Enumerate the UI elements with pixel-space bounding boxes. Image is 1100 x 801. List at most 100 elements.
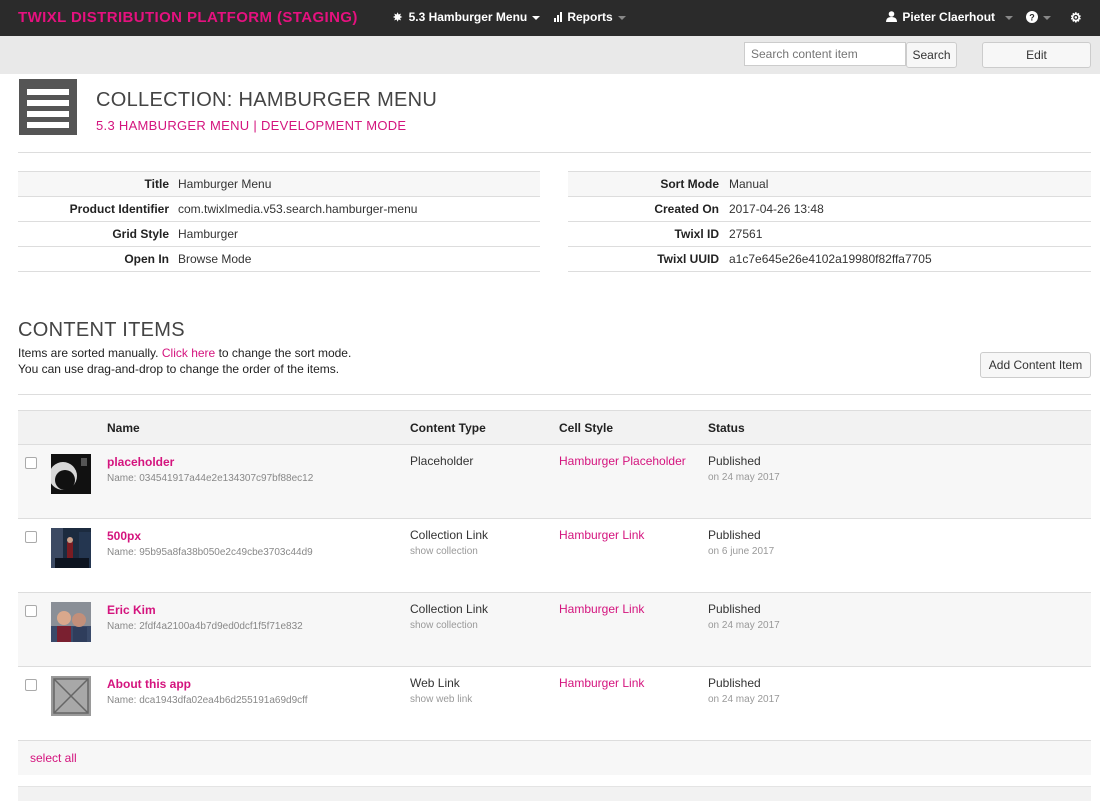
content-items-table: Name Content Type Cell Style Status plac…	[18, 410, 1091, 775]
drag-info: You can use drag-and-drop to change the …	[18, 362, 340, 376]
column-header-status[interactable]: Status	[708, 421, 745, 435]
property-value: Manual	[729, 177, 769, 191]
status-text: Published	[708, 528, 761, 542]
property-row-sort-mode: Sort Mode Manual	[568, 171, 1091, 196]
row-checkbox[interactable]	[25, 605, 37, 617]
footer-panel	[18, 786, 1091, 801]
content-type-sub: show collection	[410, 546, 478, 557]
user-menu-label: Pieter Claerhout	[902, 10, 996, 24]
property-label: Open In	[124, 252, 169, 266]
cell-style-link[interactable]: Hamburger Link	[559, 676, 644, 690]
property-row-twixl-id: Twixl ID 27561	[568, 221, 1091, 246]
page-title: COLLECTION: HAMBURGER MENU	[96, 89, 438, 111]
item-id: Name: 95b95a8fa38b050e2c49cbe3703c44d9	[107, 547, 313, 558]
table-footer: select all	[18, 740, 1091, 775]
brand-title[interactable]: TWIXL DISTRIBUTION PLATFORM (STAGING)	[18, 9, 358, 26]
hamburger-menu-icon	[19, 79, 77, 135]
table-row[interactable]: Eric Kim Name: 2fdf4a2100a4b7d9ed0dcf1f5…	[18, 592, 1091, 666]
table-row[interactable]: placeholder Name: 034541917a44e2e134307c…	[18, 444, 1091, 518]
property-value: Browse Mode	[178, 252, 252, 266]
chevron-down-icon	[532, 15, 541, 20]
content-type: Collection Link	[410, 528, 489, 542]
status-date: on 24 may 2017	[708, 694, 780, 705]
reports-menu-dropdown[interactable]: Reports	[554, 10, 626, 24]
properties-right: Sort Mode Manual Created On 2017-04-26 1…	[568, 171, 1091, 272]
property-row-product-identifier: Product Identifier com.twixlmedia.v53.se…	[18, 196, 540, 221]
property-value: com.twixlmedia.v53.search.hamburger-menu	[178, 202, 418, 216]
search-input[interactable]	[744, 42, 906, 66]
property-label: Twixl UUID	[657, 252, 719, 266]
status-text: Published	[708, 454, 761, 468]
sort-info-suffix: to change the sort mode.	[218, 346, 352, 360]
cell-style-link[interactable]: Hamburger Link	[559, 528, 644, 542]
property-value: 27561	[729, 227, 763, 241]
svg-text:?: ?	[1029, 13, 1035, 23]
item-id: Name: 2fdf4a2100a4b7d9ed0dcf1f5f71e832	[107, 621, 303, 632]
property-label: Title	[144, 177, 169, 191]
cell-style-link[interactable]: Hamburger Link	[559, 602, 644, 616]
item-name-link[interactable]: 500px	[107, 529, 141, 543]
status-date: on 24 may 2017	[708, 620, 780, 631]
column-header-name[interactable]: Name	[107, 421, 140, 435]
chevron-down-icon	[1043, 15, 1051, 20]
grid-style-link[interactable]: Hamburger	[178, 227, 238, 241]
thumbnail-image	[51, 454, 91, 494]
cell-style-link[interactable]: Hamburger Placeholder	[559, 454, 686, 468]
app-menu-label: 5.3 Hamburger Menu	[408, 10, 528, 24]
edit-button[interactable]: Edit	[982, 42, 1091, 68]
item-name-link[interactable]: placeholder	[107, 455, 174, 469]
item-name-link[interactable]: About this app	[107, 677, 191, 691]
property-value: a1c7e645e26e4102a19980f82ffa7705	[729, 252, 932, 266]
item-name-link[interactable]: Eric Kim	[107, 603, 156, 617]
sort-info: Items are sorted manually. Click here to…	[18, 346, 351, 360]
content-type: Web Link	[410, 676, 460, 690]
settings-gear-icon[interactable]: ⚙	[1070, 10, 1082, 26]
column-header-content-type[interactable]: Content Type	[410, 421, 486, 435]
property-row-twixl-uuid: Twixl UUID a1c7e645e26e4102a19980f82ffa7…	[568, 246, 1091, 272]
chevron-down-icon	[617, 15, 626, 20]
gear-icon: ✸	[393, 12, 403, 24]
user-icon	[886, 11, 897, 22]
status-date: on 24 may 2017	[708, 472, 780, 483]
page-subtitle: 5.3 HAMBURGER MENU | DEVELOPMENT MODE	[96, 118, 407, 133]
row-checkbox[interactable]	[25, 457, 37, 469]
table-row[interactable]: 500px Name: 95b95a8fa38b050e2c49cbe3703c…	[18, 518, 1091, 592]
divider	[18, 152, 1091, 153]
sort-info-prefix: Items are sorted manually.	[18, 346, 159, 360]
add-content-item-button[interactable]: Add Content Item	[980, 352, 1091, 378]
help-menu-dropdown[interactable]: ?	[1026, 10, 1051, 24]
column-header-cell-style[interactable]: Cell Style	[559, 421, 613, 435]
content-type-sub: show web link	[410, 694, 473, 705]
top-navbar: TWIXL DISTRIBUTION PLATFORM (STAGING) ✸ …	[0, 0, 1100, 36]
row-checkbox[interactable]	[25, 531, 37, 543]
thumbnail-image	[51, 602, 91, 642]
property-label: Sort Mode	[660, 177, 719, 191]
table-row[interactable]: About this app Name: dca1943dfa02ea4b6d2…	[18, 666, 1091, 740]
search-button[interactable]: Search	[906, 42, 957, 68]
property-row-grid-style: Grid Style Hamburger	[18, 221, 540, 246]
bar-chart-icon	[554, 12, 562, 22]
question-circle-icon: ?	[1026, 11, 1038, 23]
change-sort-link[interactable]: Click here	[162, 346, 215, 360]
content-type: Collection Link	[410, 602, 489, 616]
section-title: CONTENT ITEMS	[18, 319, 185, 341]
property-label: Grid Style	[112, 227, 169, 241]
property-label: Product Identifier	[69, 202, 169, 216]
reports-menu-label: Reports	[567, 10, 613, 24]
table-header: Name Content Type Cell Style Status	[18, 410, 1091, 444]
property-label: Twixl ID	[674, 227, 719, 241]
row-checkbox[interactable]	[25, 679, 37, 691]
property-row-open-in: Open In Browse Mode	[18, 246, 540, 272]
app-menu-dropdown[interactable]: ✸ 5.3 Hamburger Menu	[393, 10, 541, 24]
select-all-link[interactable]: select all	[30, 751, 77, 765]
content-type-sub: show collection	[410, 620, 478, 631]
chevron-down-icon	[1005, 15, 1014, 20]
toolbar: Search Edit	[0, 36, 1100, 74]
content-type: Placeholder	[410, 454, 474, 468]
user-menu-dropdown[interactable]: Pieter Claerhout	[886, 10, 1014, 24]
status-text: Published	[708, 676, 761, 690]
property-value: 2017-04-26 13:48	[729, 202, 824, 216]
property-row-title: Title Hamburger Menu	[18, 171, 540, 196]
property-row-created-on: Created On 2017-04-26 13:48	[568, 196, 1091, 221]
status-text: Published	[708, 602, 761, 616]
